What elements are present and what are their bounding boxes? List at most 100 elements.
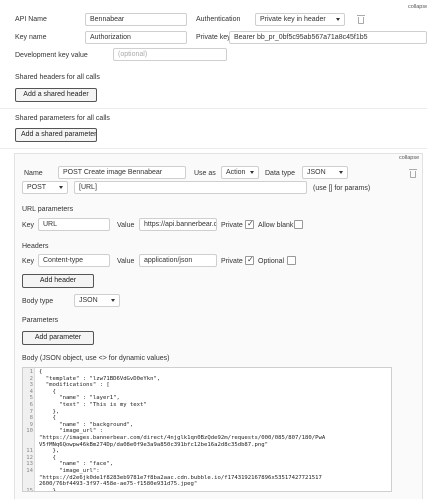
- code-line: "https://d2e6jk0de1f8283eb9781e7f8ba2aac…: [39, 474, 322, 481]
- url-hint: (use [] for params): [313, 185, 371, 192]
- authentication-select[interactable]: Private key in header: [255, 13, 345, 26]
- api-name-label: API Name: [15, 16, 47, 23]
- line-number: 1: [29, 369, 33, 375]
- code-line: }: [39, 487, 56, 492]
- collapse-link-top[interactable]: collapse: [408, 4, 427, 10]
- header-key-input[interactable]: Content-type: [38, 254, 110, 267]
- chevron-down-icon: [111, 299, 115, 302]
- data-type-label: Data type: [265, 170, 295, 177]
- code-line: {: [39, 369, 43, 375]
- body-label: Body (JSON object, use <> for dynamic va…: [22, 355, 170, 362]
- body-type-label: Body type: [22, 298, 54, 305]
- url-param-private-label: Private: [221, 222, 243, 229]
- add-shared-header-button[interactable]: Add a shared header: [15, 88, 97, 102]
- url-param-key-label: Key: [22, 222, 35, 229]
- authentication-value: Private key in header: [260, 16, 326, 23]
- line-number: 13: [26, 461, 33, 468]
- code-line: "modifications" : [: [39, 382, 110, 389]
- private-key-label: Private key: [196, 34, 231, 41]
- collapse-link-call[interactable]: collapse: [399, 155, 419, 161]
- line-number: [23, 442, 35, 449]
- http-method-select[interactable]: POST: [22, 181, 68, 194]
- line-number: 7: [29, 408, 33, 415]
- body-type-value: JSON: [79, 297, 98, 304]
- use-as-value: Action: [226, 169, 246, 176]
- headers-label: Headers: [22, 243, 49, 250]
- divider: [0, 108, 427, 109]
- call-name-label: Name: [24, 170, 43, 177]
- header-value-input[interactable]: application/json: [139, 254, 217, 267]
- code-line: "image_url" :: [39, 428, 103, 435]
- header-value-label: Value: [117, 258, 135, 265]
- line-number: 5: [29, 395, 33, 402]
- api-name-input[interactable]: Bennabear: [85, 13, 187, 26]
- allow-blank-checkbox[interactable]: [294, 220, 303, 229]
- shared-parameters-label: Shared parameters for all calls: [15, 115, 110, 122]
- shared-headers-label: Shared headers for all calls: [15, 74, 100, 81]
- data-type-value: JSON: [307, 169, 326, 176]
- use-as-label: Use as: [194, 170, 216, 177]
- divider: [0, 148, 427, 149]
- line-number: [23, 475, 35, 482]
- url-param-key-input[interactable]: URL: [38, 218, 110, 231]
- parameters-label: Parameters: [22, 317, 59, 324]
- private-key-input[interactable]: Bearer bb_pr_0bf5c95ab567a71a8c45f1b5: [229, 31, 427, 44]
- line-numbers: 1 2 3 4 5 6 7 8 9 10 11 12 13 14 15: [23, 369, 35, 492]
- json-body-editor[interactable]: 1 2 3 4 5 6 7 8 9 10 11 12 13 14 15 { "template" : "…: [22, 367, 392, 492]
- code-line: },: [39, 408, 60, 415]
- line-number: [23, 435, 35, 442]
- allow-blank-label: Allow blank: [258, 222, 294, 229]
- code-line: "https://images.bannerbear.com/direct/4n…: [39, 434, 326, 441]
- line-number: 3: [29, 382, 33, 389]
- line-number: 8: [29, 415, 33, 422]
- code-line: V5fMNq6Qowpw46kBm274Dp/da08e0f9e3a9a850c…: [39, 441, 269, 448]
- header-private-checkbox[interactable]: [245, 255, 254, 265]
- line-number: 15: [26, 487, 33, 492]
- code-line: {: [39, 454, 56, 461]
- url-param-private-checkbox[interactable]: [245, 219, 254, 229]
- line-number: 4: [29, 388, 33, 395]
- url-input[interactable]: [URL]: [74, 181, 307, 194]
- trash-icon[interactable]: [409, 169, 417, 178]
- line-number: 2: [29, 375, 33, 382]
- trash-icon[interactable]: [357, 15, 365, 24]
- code-line: "name" : "background",: [39, 421, 134, 428]
- url-param-value-label: Value: [117, 222, 135, 229]
- url-param-value-input[interactable]: https://api.bannerbear.com: [139, 218, 217, 231]
- data-type-select[interactable]: JSON: [302, 166, 348, 179]
- add-shared-parameter-button[interactable]: Add a shared parameter: [15, 128, 97, 142]
- chevron-down-icon: [250, 171, 254, 174]
- code-line: {: [39, 388, 56, 395]
- body-type-select[interactable]: JSON: [74, 294, 120, 307]
- code-line: },: [39, 448, 60, 455]
- code-line: "image_url":: [39, 467, 100, 474]
- chevron-down-icon: [336, 18, 340, 21]
- header-private-label: Private: [221, 258, 243, 265]
- url-parameters-label: URL parameters: [22, 206, 74, 213]
- optional-checkbox[interactable]: [287, 256, 296, 265]
- chevron-down-icon: [339, 171, 343, 174]
- dev-key-label: Development key value: [15, 52, 88, 59]
- line-number: 10: [26, 428, 33, 435]
- code-line: "name" : "face",: [39, 461, 114, 468]
- line-number: [23, 481, 35, 488]
- add-header-button[interactable]: Add header: [22, 274, 94, 288]
- line-number: 9: [29, 421, 33, 428]
- add-parameter-button[interactable]: Add parameter: [22, 331, 94, 345]
- code-lines: { "template" : "lzw71BD6VdGvD0eYkn", "mo…: [36, 369, 389, 492]
- code-line: "template" : "lzw71BD6VdGvD0eYkn",: [39, 375, 161, 382]
- use-as-select[interactable]: Action: [221, 166, 259, 179]
- code-line: {: [39, 415, 56, 422]
- line-number: 14: [26, 467, 33, 474]
- call-name-input[interactable]: POST Create image Bennabear: [58, 166, 186, 179]
- key-name-input[interactable]: Authorization: [85, 31, 187, 44]
- code-line: "text" : "This is my text": [39, 401, 147, 408]
- optional-label: Optional: [258, 258, 285, 265]
- line-number: 11: [26, 448, 33, 455]
- dev-key-input[interactable]: (optional): [113, 48, 227, 61]
- key-name-label: Key name: [15, 34, 47, 41]
- code-line: "name" : "layer1",: [39, 395, 120, 402]
- header-key-label: Key: [22, 258, 35, 265]
- line-number: 6: [29, 401, 33, 408]
- line-number: 12: [26, 454, 33, 461]
